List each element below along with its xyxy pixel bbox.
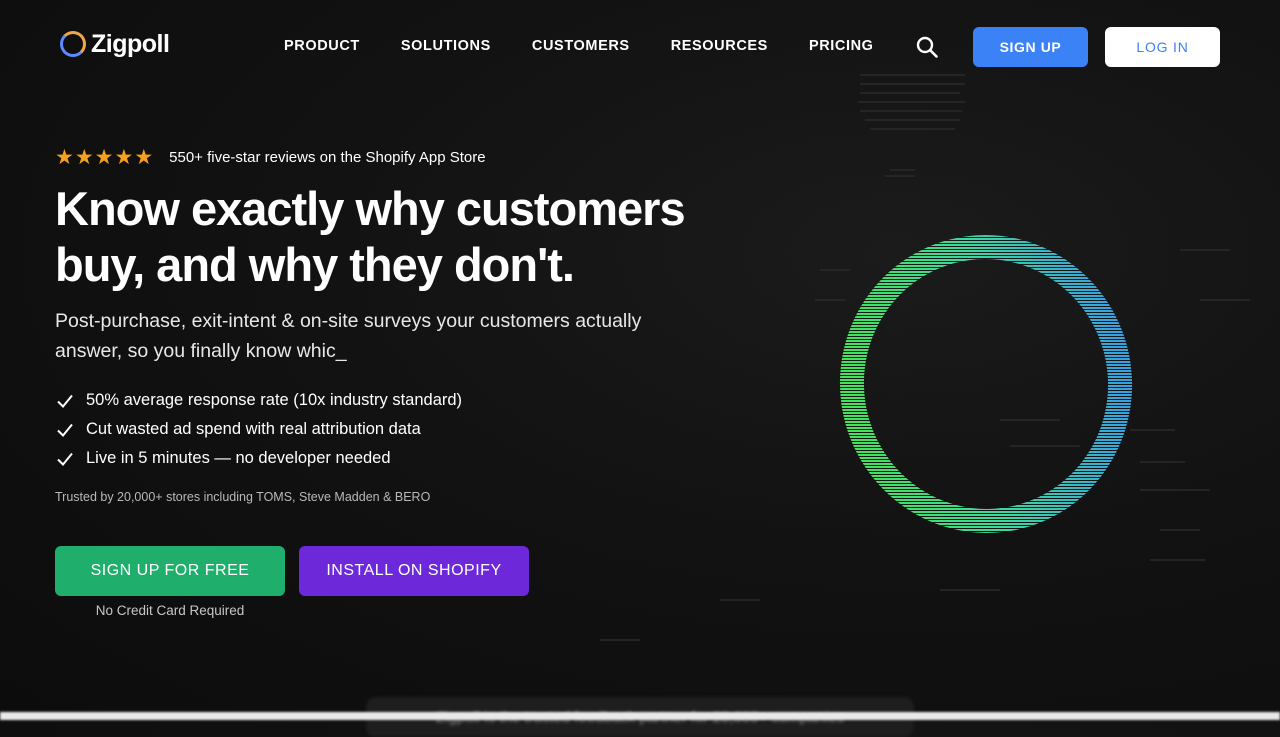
trusted-by-text: Trusted by 20,000+ stores including TOMS…	[55, 490, 431, 504]
rating-row: ★ ★ ★ ★ ★ 550+ five-star reviews on the …	[55, 147, 486, 168]
nav-item-solutions[interactable]: SOLUTIONS	[401, 38, 491, 54]
list-item: 50% average response rate (10x industry …	[55, 386, 462, 415]
hero-subhead: Post-purchase, exit-intent & on-site sur…	[55, 310, 642, 362]
star-icon: ★	[55, 146, 74, 169]
nav-item-pricing[interactable]: PRICING	[809, 38, 874, 54]
check-icon	[57, 452, 73, 466]
sign-up-button[interactable]: SIGN UP	[973, 27, 1088, 67]
feature-text: 50% average response rate (10x industry …	[86, 391, 463, 409]
nav-item-resources[interactable]: RESOURCES	[671, 38, 768, 54]
search-icon[interactable]	[916, 36, 938, 58]
nav-item-customers[interactable]: CUSTOMERS	[532, 38, 630, 54]
install-on-shopify-button[interactable]: INSTALL ON SHOPIFY	[299, 546, 529, 596]
feature-text: Live in 5 minutes — no developer needed	[86, 449, 391, 467]
next-section-edge	[0, 712, 1280, 720]
check-icon	[57, 394, 73, 408]
rating-text: 550+ five-star reviews on the Shopify Ap…	[169, 149, 486, 166]
log-in-button[interactable]: LOG IN	[1105, 27, 1220, 67]
star-icon: ★	[114, 146, 134, 169]
feature-list: 50% average response rate (10x industry …	[55, 386, 462, 473]
star-icon: ★	[94, 146, 114, 169]
top-nav: Zigpoll PRODUCT SOLUTIONS CUSTOMERS RESO…	[0, 0, 1280, 94]
nav-item-product[interactable]: PRODUCT	[284, 38, 360, 54]
list-item: Cut wasted ad spend with real attributio…	[55, 415, 462, 444]
hero-ring-graphic	[839, 235, 1133, 533]
nav-links: PRODUCT SOLUTIONS CUSTOMERS RESOURCES PR…	[284, 38, 915, 54]
feature-text: Cut wasted ad spend with real attributio…	[86, 420, 421, 438]
logo-ring-icon	[60, 31, 86, 57]
check-icon	[57, 423, 73, 437]
brand-name: Zigpoll	[91, 29, 170, 58]
star-rating: ★ ★ ★ ★ ★	[55, 147, 154, 168]
no-credit-card-note: No Credit Card Required	[95, 603, 245, 618]
star-icon: ★	[134, 146, 154, 169]
list-item: Live in 5 minutes — no developer needed	[55, 444, 462, 473]
star-icon: ★	[74, 146, 94, 169]
brand-logo[interactable]: Zigpoll	[60, 28, 170, 60]
sign-up-for-free-button[interactable]: SIGN UP FOR FREE	[55, 546, 285, 596]
hero-headline: Know exactly why customers buy, and why …	[55, 182, 686, 291]
